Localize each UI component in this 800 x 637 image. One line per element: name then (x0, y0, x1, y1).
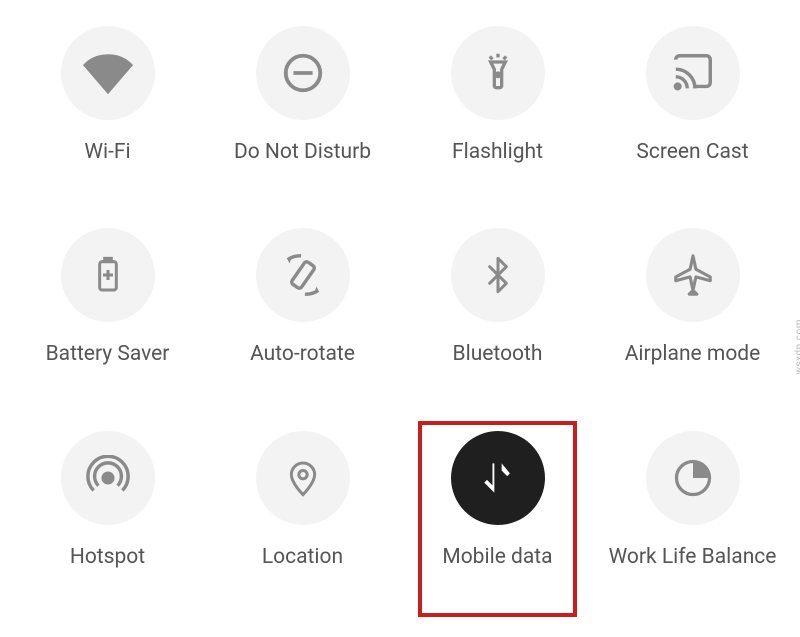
wifi-tile[interactable]: Wi-Fi (10, 20, 205, 202)
watermark: wsxdn.com (795, 319, 800, 375)
screencast-tile[interactable]: Screen Cast (595, 20, 790, 202)
bluetooth-label: Bluetooth (453, 342, 543, 367)
flashlight-label: Flashlight (452, 140, 543, 165)
autorotate-icon (256, 228, 350, 322)
screencast-label: Screen Cast (636, 140, 748, 165)
mobiledata-label: Mobile data (442, 545, 552, 570)
dnd-tile[interactable]: Do Not Disturb (205, 20, 400, 202)
screencast-icon (646, 26, 740, 120)
airplane-icon (646, 228, 740, 322)
autorotate-label: Auto-rotate (250, 342, 355, 367)
hotspot-icon (61, 431, 155, 525)
hotspot-tile[interactable]: Hotspot (10, 425, 205, 607)
battery-icon (61, 228, 155, 322)
bluetooth-tile[interactable]: Bluetooth (400, 222, 595, 404)
worklife-tile[interactable]: Work Life Balance (595, 425, 790, 607)
dnd-label: Do Not Disturb (234, 140, 371, 165)
mobiledata-icon (451, 431, 545, 525)
dnd-icon (256, 26, 350, 120)
bluetooth-icon (451, 228, 545, 322)
location-tile[interactable]: Location (205, 425, 400, 607)
location-label: Location (262, 545, 343, 570)
mobiledata-tile[interactable]: Mobile data (400, 425, 595, 607)
location-icon (256, 431, 350, 525)
battery-label: Battery Saver (46, 342, 170, 367)
hotspot-label: Hotspot (70, 545, 145, 570)
battery-tile[interactable]: Battery Saver (10, 222, 205, 404)
autorotate-tile[interactable]: Auto-rotate (205, 222, 400, 404)
airplane-label: Airplane mode (625, 342, 761, 367)
worklife-label: Work Life Balance (609, 545, 777, 570)
worklife-icon (646, 431, 740, 525)
flashlight-tile[interactable]: Flashlight (400, 20, 595, 202)
wifi-label: Wi-Fi (84, 140, 130, 165)
quick-settings-grid: Wi-Fi Do Not Disturb Flashlight Screen C… (0, 0, 800, 637)
flashlight-icon (451, 26, 545, 120)
airplane-tile[interactable]: Airplane mode (595, 222, 790, 404)
wifi-icon (61, 26, 155, 120)
